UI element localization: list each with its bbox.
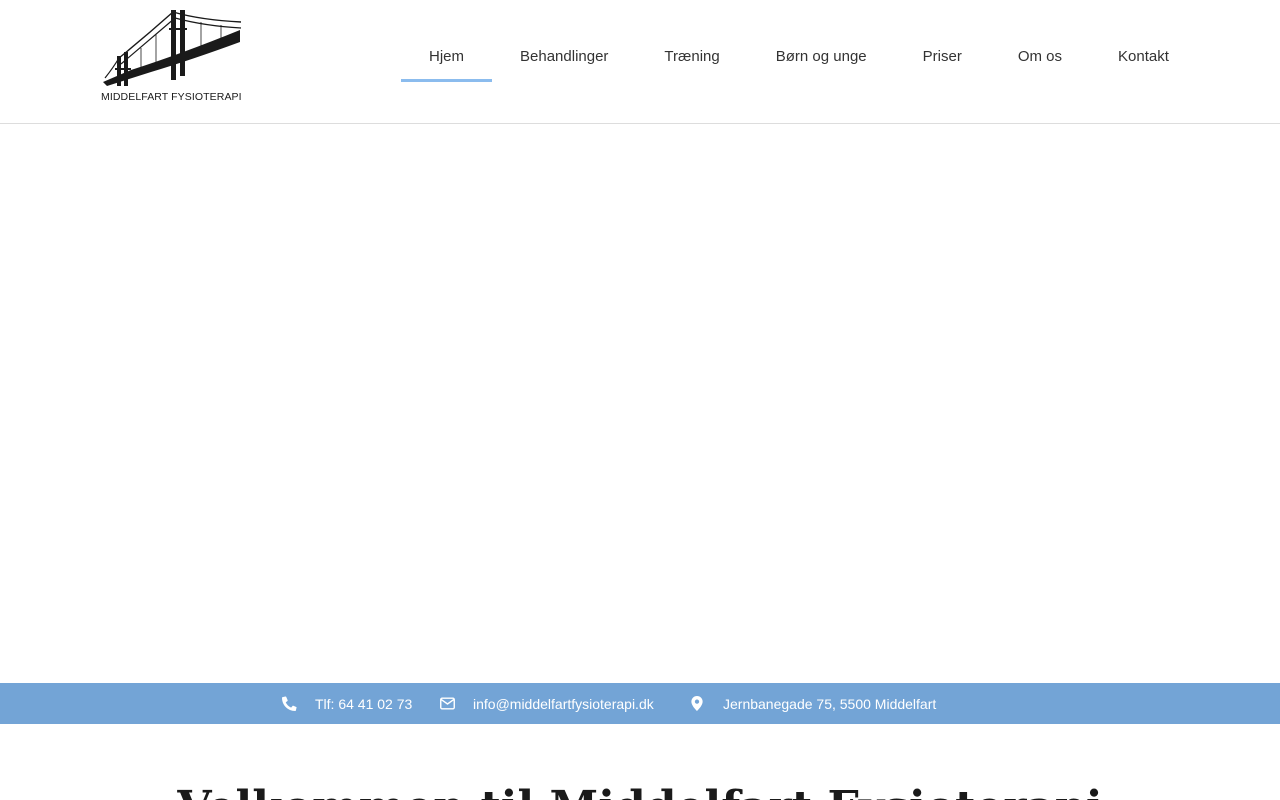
nav-item-traening[interactable]: Træning [636, 30, 747, 82]
nav-item-om-os[interactable]: Om os [990, 30, 1090, 82]
welcome-heading: Velkommen til Middelfart Fysioterapi [0, 784, 1280, 800]
phone-link[interactable]: Tlf: 64 41 02 73 [281, 683, 412, 724]
address-link[interactable]: Jernbanegade 75, 5500 Middelfart [689, 683, 936, 724]
hero-section [0, 124, 1280, 683]
envelope-icon [439, 696, 455, 712]
email-text: info@middelfartfysioterapi.dk [473, 695, 654, 712]
main-nav: Hjem Behandlinger Træning Børn og unge P… [401, 30, 1197, 82]
address-text: Jernbanegade 75, 5500 Middelfart [723, 695, 937, 712]
nav-item-behandlinger[interactable]: Behandlinger [492, 30, 636, 82]
nav-item-kontakt[interactable]: Kontakt [1090, 30, 1197, 82]
logo-text: MIDDELFART FYSIOTERAPI [101, 91, 242, 103]
nav-item-priser[interactable]: Priser [895, 30, 990, 82]
site-logo[interactable]: MIDDELFART FYSIOTERAPI [101, 8, 243, 104]
phone-icon [281, 696, 297, 712]
nav-item-boern-og-unge[interactable]: Børn og unge [748, 30, 895, 82]
phone-text: Tlf: 64 41 02 73 [315, 695, 413, 712]
bridge-logo-icon [103, 10, 242, 86]
contact-bar: Tlf: 64 41 02 73 info@middelfartfysioter… [0, 683, 1280, 724]
map-marker-icon [689, 696, 705, 712]
nav-item-hjem[interactable]: Hjem [401, 30, 493, 82]
site-header: MIDDELFART FYSIOTERAPI Hjem Behandlinger… [0, 0, 1280, 124]
email-link[interactable]: info@middelfartfysioterapi.dk [439, 683, 654, 724]
